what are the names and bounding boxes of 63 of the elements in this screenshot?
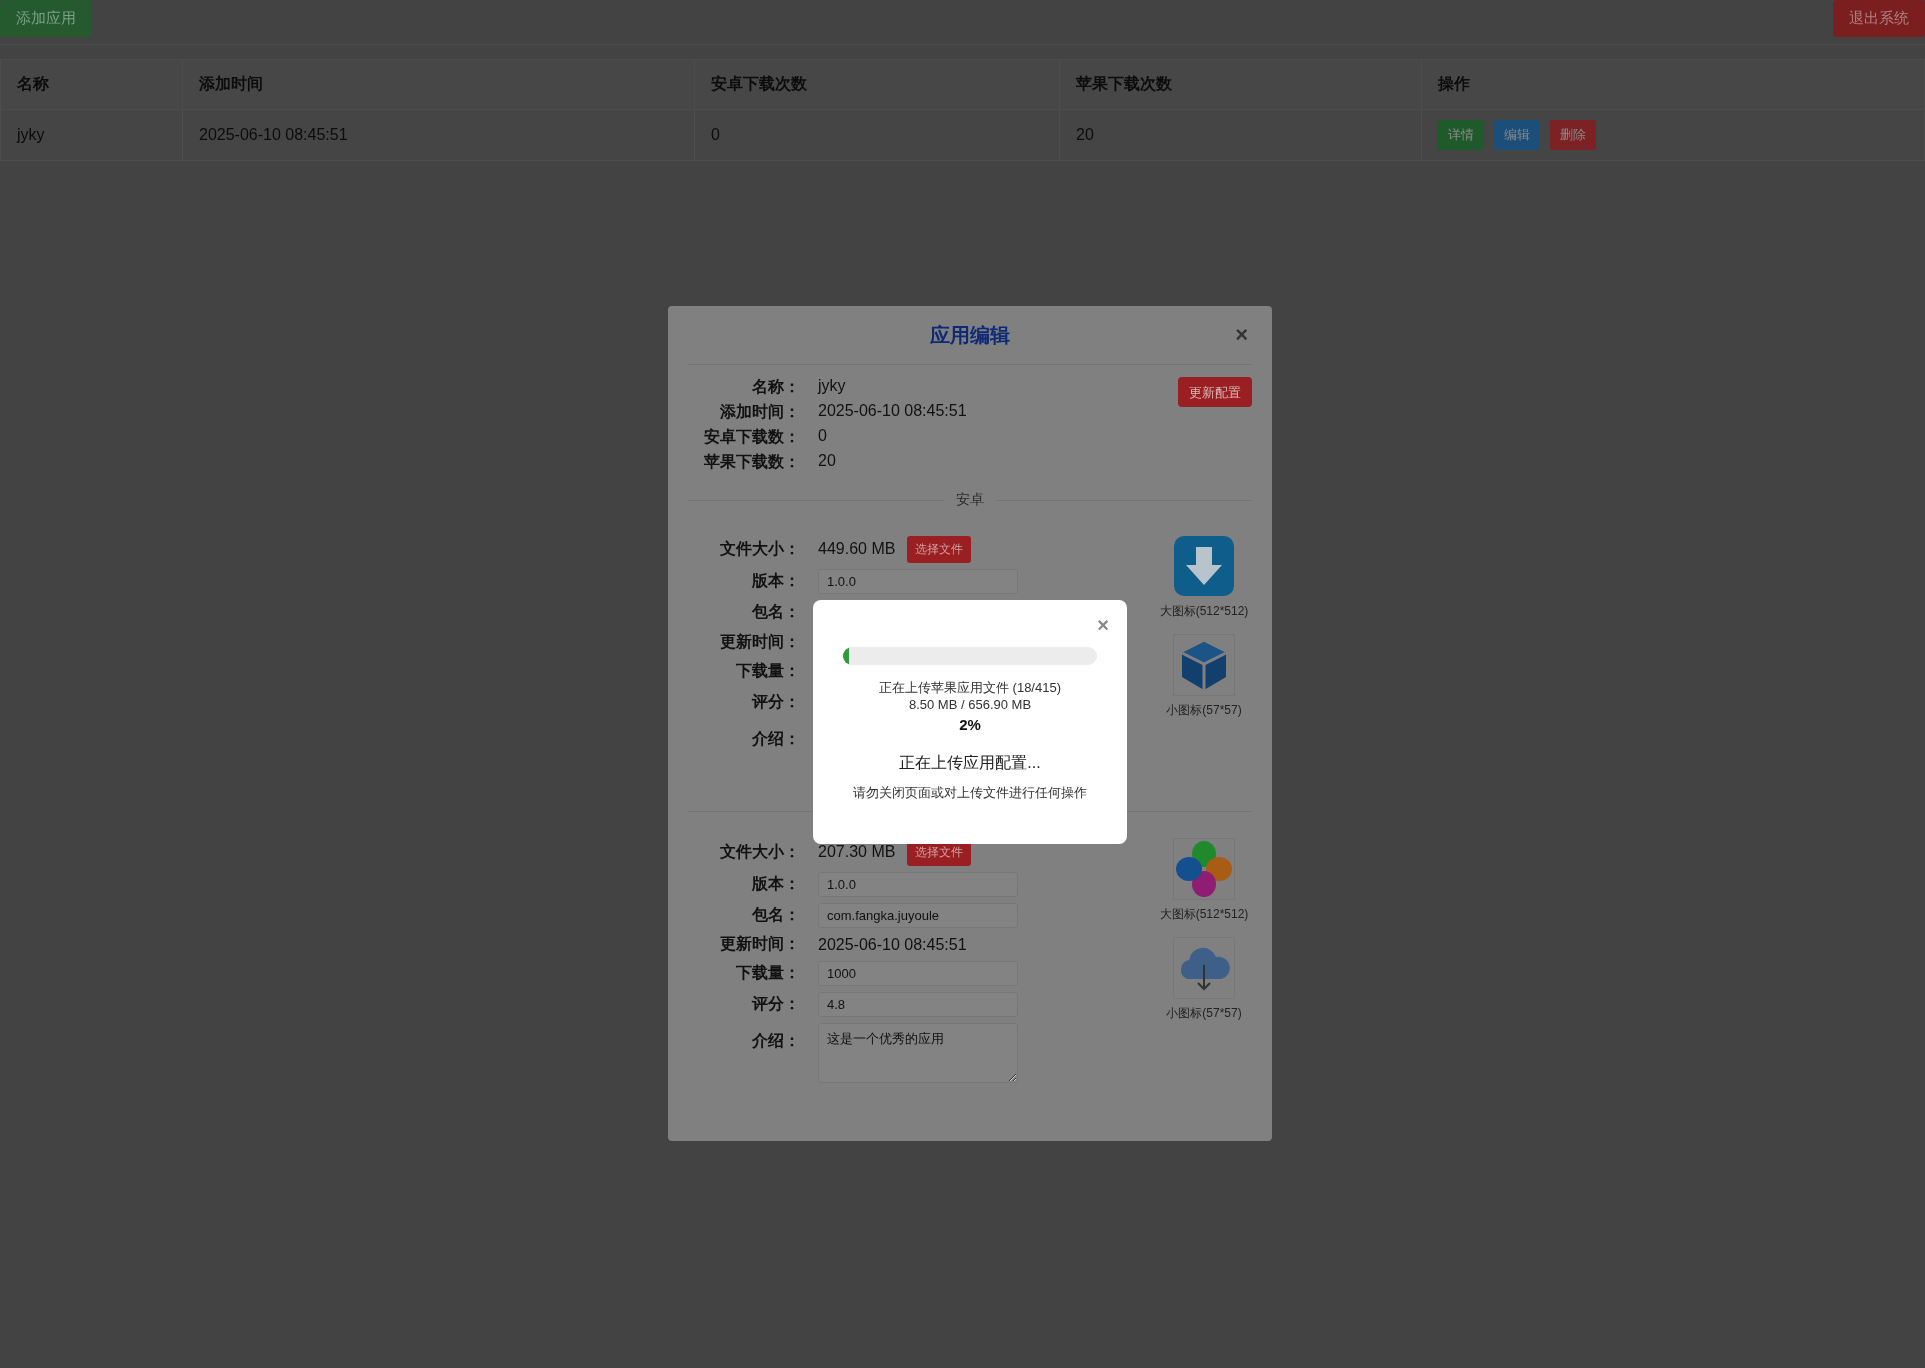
field-label: 更新时间：	[719, 934, 800, 954]
field-label: 评分：	[750, 994, 800, 1014]
close-button[interactable]: ×	[1093, 614, 1113, 637]
info-value: jyky	[818, 377, 847, 396]
field-label: 介绍：	[751, 729, 800, 749]
logout-button[interactable]: 退出系统	[1833, 0, 1925, 37]
field-label: 文件大小：	[719, 538, 800, 559]
upload-percent: 2%	[959, 716, 981, 733]
upload-size: 8.50 MB / 656.90 MB	[908, 697, 1032, 712]
column-header: 安卓下载次数	[694, 59, 1060, 110]
field-label: 版本：	[751, 874, 800, 894]
file-size: 449.60 MB	[818, 540, 896, 558]
dialog-title: 应用编辑	[930, 322, 1010, 348]
input-field[interactable]: 4.8	[818, 992, 1018, 1017]
column-header: 苹果下载次数	[1059, 59, 1422, 110]
icon-caption: 大图标(512*512)	[1159, 906, 1249, 923]
update-config-button[interactable]: 更新配置	[1178, 377, 1252, 407]
table-cell: 2025-06-10 08:45:51	[182, 109, 695, 161]
field-label: 下载量：	[735, 661, 800, 681]
info-label: 苹果下载数：	[703, 452, 800, 472]
file-size: 207.30 MB	[818, 843, 896, 861]
input-field[interactable]: 1000	[818, 961, 1018, 986]
info-value: 20	[818, 452, 837, 471]
icon-caption: 小图标(57*57)	[1166, 1005, 1242, 1022]
cloud-download-icon	[1173, 937, 1235, 999]
clover-icon	[1173, 838, 1235, 900]
close-button[interactable]: ×	[1231, 322, 1252, 348]
textarea-field[interactable]: 这是一个优秀的应用	[818, 1023, 1018, 1083]
info-label: 名称：	[751, 377, 800, 397]
action-button[interactable]: 详情	[1438, 120, 1484, 150]
table-cell: 0	[694, 109, 1060, 161]
add-app-button[interactable]: 添加应用	[0, 0, 92, 37]
field-label: 包名：	[751, 602, 800, 622]
action-button[interactable]: 编辑	[1494, 120, 1540, 150]
input-field[interactable]: com.fangka.juyoule	[818, 903, 1018, 928]
input-field[interactable]: 1.0.0	[818, 569, 1018, 594]
info-value: 0	[818, 427, 828, 446]
upload-message: 正在上传应用配置...	[899, 753, 1041, 773]
input-field[interactable]: 1.0.0	[818, 872, 1018, 897]
info-label: 添加时间：	[719, 402, 800, 422]
field-label: 下载量：	[735, 963, 800, 983]
cube-icon	[1173, 634, 1235, 696]
field-label: 包名：	[751, 905, 800, 925]
field-label: 更新时间：	[719, 631, 800, 652]
field-value: 2025-06-10 08:45:51	[818, 935, 968, 954]
field-label: 评分：	[750, 692, 800, 712]
upload-status: 正在上传苹果应用文件 (18/415)	[878, 679, 1061, 697]
column-header: 操作	[1421, 59, 1925, 110]
field-label: 版本：	[751, 571, 800, 591]
table-cell: 20	[1059, 109, 1422, 161]
info-label: 安卓下载数：	[703, 427, 800, 447]
column-header: 添加时间	[182, 59, 695, 110]
info-value: 2025-06-10 08:45:51	[818, 402, 967, 421]
icon-caption: 大图标(512*512)	[1159, 603, 1249, 620]
field-label: 文件大小：	[719, 841, 800, 862]
table-cell: jyky	[0, 109, 183, 161]
icon-caption: 小图标(57*57)	[1166, 702, 1242, 719]
choose-file-button[interactable]: 选择文件	[907, 535, 972, 563]
upload-warning: 请勿关闭页面或对上传文件进行任何操作	[853, 784, 1087, 802]
column-header: 名称	[0, 59, 183, 110]
field-label: 介绍：	[751, 1031, 800, 1051]
action-button[interactable]: 删除	[1550, 120, 1596, 150]
section-divider: 安卓	[688, 491, 1252, 509]
